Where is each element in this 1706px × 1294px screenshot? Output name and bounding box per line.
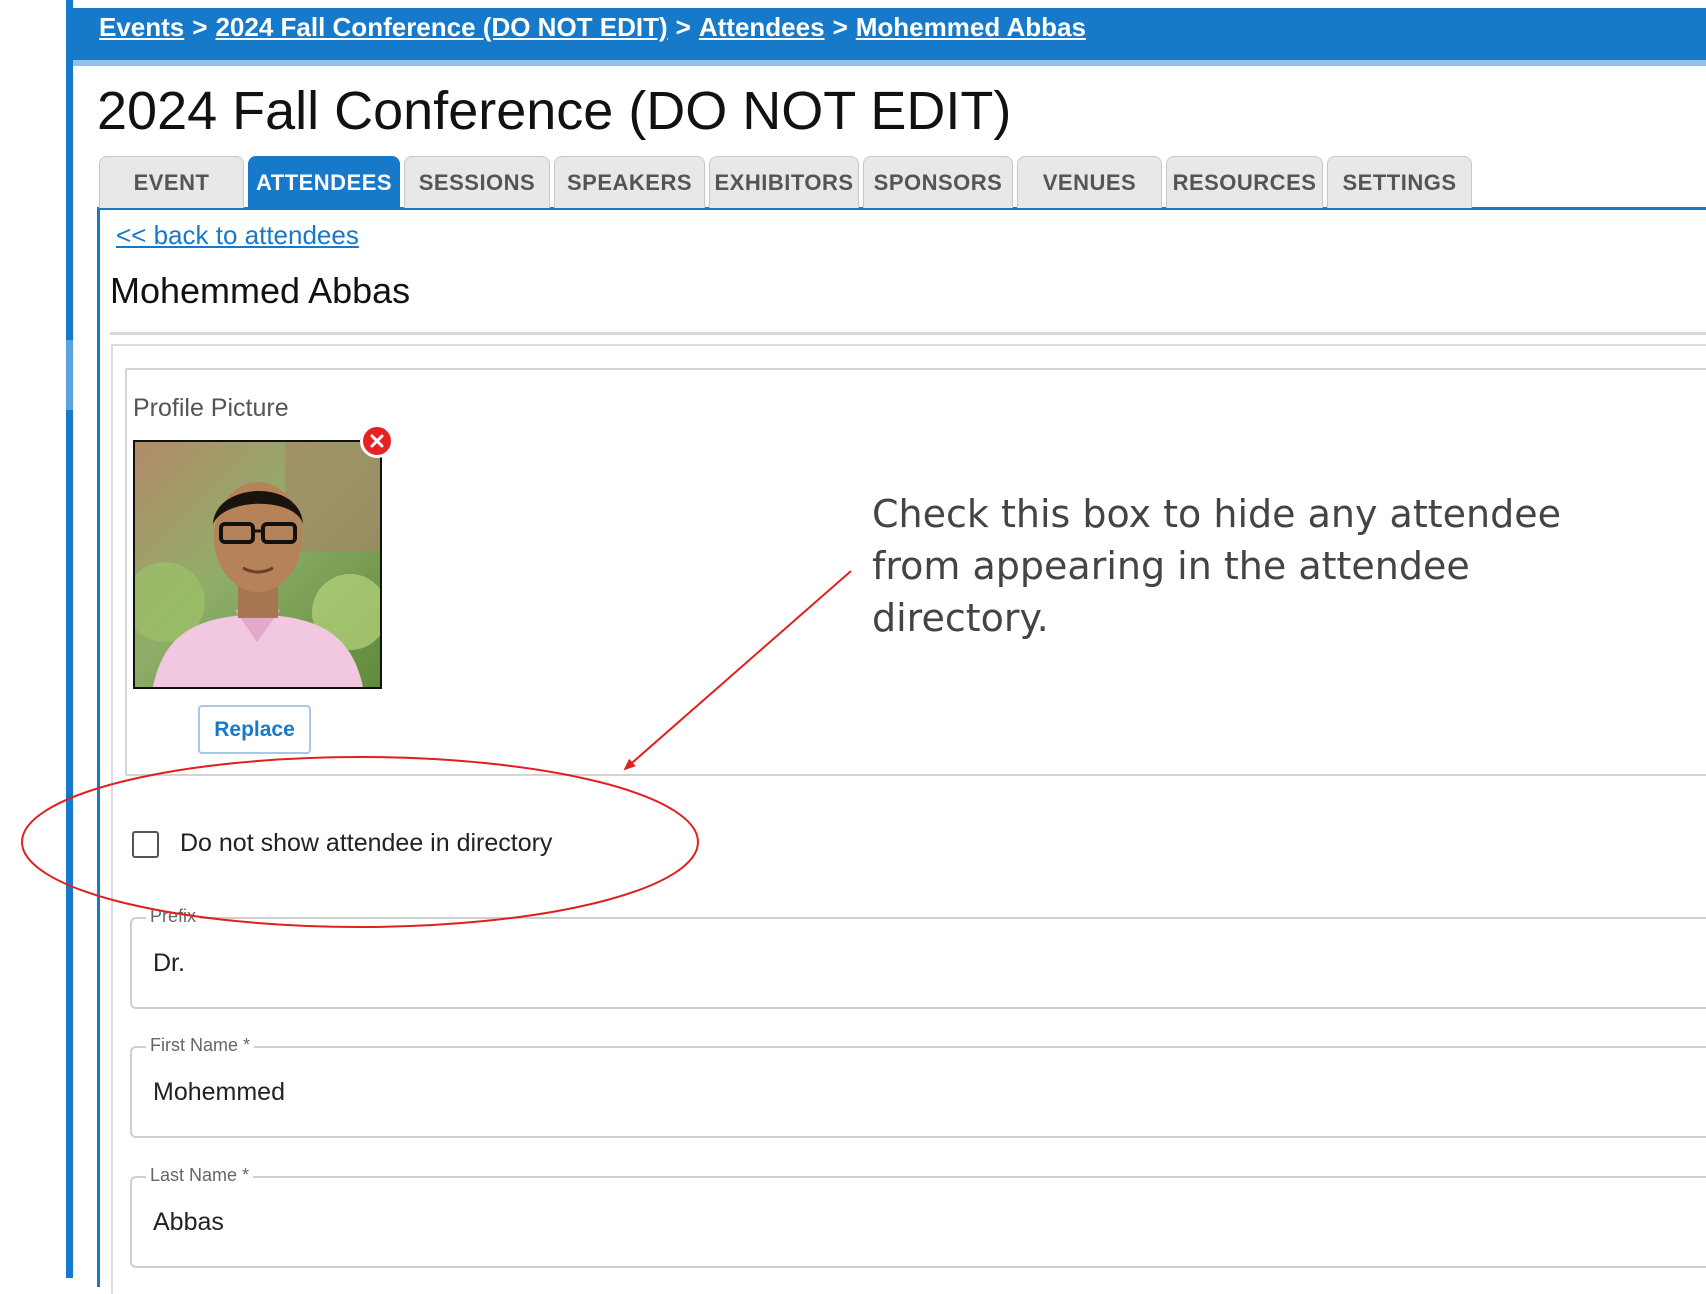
annotation-arrow [623,570,852,771]
annotation-overlay [21,570,852,928]
annotation-ellipse [21,756,699,928]
